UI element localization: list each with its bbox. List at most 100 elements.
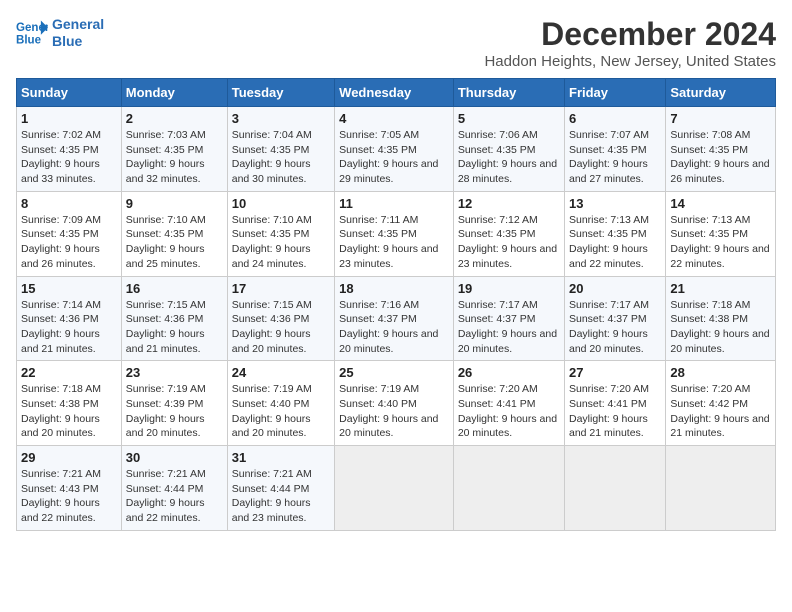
day-info: Sunrise: 7:19 AMSunset: 4:39 PMDaylight:… xyxy=(126,382,223,441)
day-info: Sunrise: 7:18 AMSunset: 4:38 PMDaylight:… xyxy=(670,298,771,357)
day-info: Sunrise: 7:19 AMSunset: 4:40 PMDaylight:… xyxy=(339,382,449,441)
calendar-week-3: 22 Sunrise: 7:18 AMSunset: 4:38 PMDayligh… xyxy=(17,361,776,446)
day-info: Sunrise: 7:16 AMSunset: 4:37 PMDaylight:… xyxy=(339,298,449,357)
day-info: Sunrise: 7:08 AMSunset: 4:35 PMDaylight:… xyxy=(670,128,771,187)
calendar-week-2: 15 Sunrise: 7:14 AMSunset: 4:36 PMDayligh… xyxy=(17,276,776,361)
day-number: 18 xyxy=(339,281,449,296)
logo-line2: Blue xyxy=(52,33,104,50)
day-number: 7 xyxy=(670,111,771,126)
calendar-cell: 18 Sunrise: 7:16 AMSunset: 4:37 PMDayligh… xyxy=(335,276,454,361)
day-info: Sunrise: 7:14 AMSunset: 4:36 PMDaylight:… xyxy=(21,298,117,357)
calendar-week-0: 1Sunrise: 7:02 AMSunset: 4:35 PMDaylight… xyxy=(17,107,776,192)
calendar-cell: 30 Sunrise: 7:21 AMSunset: 4:44 PMDayligh… xyxy=(121,446,227,531)
day-info: Sunrise: 7:20 AMSunset: 4:42 PMDaylight:… xyxy=(670,382,771,441)
day-number: 13 xyxy=(569,196,661,211)
calendar-cell: 27 Sunrise: 7:20 AMSunset: 4:41 PMDayligh… xyxy=(565,361,666,446)
day-number: 15 xyxy=(21,281,117,296)
day-number: 12 xyxy=(458,196,560,211)
calendar-week-4: 29Sunrise: 7:21 AMSunset: 4:43 PMDayligh… xyxy=(17,446,776,531)
day-info: Sunrise: 7:10 AMSunset: 4:35 PMDaylight:… xyxy=(232,213,330,272)
calendar-table: SundayMondayTuesdayWednesdayThursdayFrid… xyxy=(16,78,776,531)
day-info: Sunrise: 7:21 AMSunset: 4:44 PMDaylight:… xyxy=(126,467,223,526)
header-wednesday: Wednesday xyxy=(335,79,454,107)
header-sunday: Sunday xyxy=(17,79,122,107)
header-tuesday: Tuesday xyxy=(227,79,334,107)
calendar-cell: 13 Sunrise: 7:13 AMSunset: 4:35 PMDayligh… xyxy=(565,191,666,276)
day-number: 26 xyxy=(458,365,560,380)
header-saturday: Saturday xyxy=(666,79,776,107)
calendar-cell: 7 Sunrise: 7:08 AMSunset: 4:35 PMDaylight… xyxy=(666,107,776,192)
calendar-header-row: SundayMondayTuesdayWednesdayThursdayFrid… xyxy=(17,79,776,107)
day-number: 6 xyxy=(569,111,661,126)
calendar-cell: 4Sunrise: 7:05 AMSunset: 4:35 PMDaylight… xyxy=(335,107,454,192)
calendar-cell: 29Sunrise: 7:21 AMSunset: 4:43 PMDayligh… xyxy=(17,446,122,531)
calendar-cell: 2 Sunrise: 7:03 AMSunset: 4:35 PMDaylight… xyxy=(121,107,227,192)
calendar-cell: 22 Sunrise: 7:18 AMSunset: 4:38 PMDayligh… xyxy=(17,361,122,446)
day-number: 5 xyxy=(458,111,560,126)
header-monday: Monday xyxy=(121,79,227,107)
header-friday: Friday xyxy=(565,79,666,107)
calendar-cell xyxy=(565,446,666,531)
day-info: Sunrise: 7:04 AMSunset: 4:35 PMDaylight:… xyxy=(232,128,330,187)
day-info: Sunrise: 7:02 AMSunset: 4:35 PMDaylight:… xyxy=(21,128,117,187)
calendar-cell xyxy=(666,446,776,531)
calendar-cell: 1Sunrise: 7:02 AMSunset: 4:35 PMDaylight… xyxy=(17,107,122,192)
header-thursday: Thursday xyxy=(453,79,564,107)
calendar-cell: 12 Sunrise: 7:12 AMSunset: 4:35 PMDayligh… xyxy=(453,191,564,276)
day-number: 21 xyxy=(670,281,771,296)
day-number: 30 xyxy=(126,450,223,465)
day-number: 16 xyxy=(126,281,223,296)
calendar-cell: 25Sunrise: 7:19 AMSunset: 4:40 PMDayligh… xyxy=(335,361,454,446)
day-info: Sunrise: 7:17 AMSunset: 4:37 PMDaylight:… xyxy=(569,298,661,357)
day-info: Sunrise: 7:06 AMSunset: 4:35 PMDaylight:… xyxy=(458,128,560,187)
calendar-cell: 23 Sunrise: 7:19 AMSunset: 4:39 PMDayligh… xyxy=(121,361,227,446)
day-info: Sunrise: 7:09 AMSunset: 4:35 PMDaylight:… xyxy=(21,213,117,272)
day-info: Sunrise: 7:19 AMSunset: 4:40 PMDaylight:… xyxy=(232,382,330,441)
calendar-cell: 10 Sunrise: 7:10 AMSunset: 4:35 PMDayligh… xyxy=(227,191,334,276)
logo-line1: General xyxy=(52,16,104,33)
day-number: 11 xyxy=(339,196,449,211)
day-number: 10 xyxy=(232,196,330,211)
day-number: 3 xyxy=(232,111,330,126)
calendar-cell xyxy=(453,446,564,531)
day-number: 28 xyxy=(670,365,771,380)
day-number: 14 xyxy=(670,196,771,211)
calendar-week-1: 8 Sunrise: 7:09 AMSunset: 4:35 PMDaylight… xyxy=(17,191,776,276)
day-info: Sunrise: 7:20 AMSunset: 4:41 PMDaylight:… xyxy=(569,382,661,441)
day-number: 17 xyxy=(232,281,330,296)
day-info: Sunrise: 7:10 AMSunset: 4:35 PMDaylight:… xyxy=(126,213,223,272)
calendar-cell xyxy=(335,446,454,531)
calendar-cell: 9 Sunrise: 7:10 AMSunset: 4:35 PMDaylight… xyxy=(121,191,227,276)
day-number: 27 xyxy=(569,365,661,380)
day-info: Sunrise: 7:17 AMSunset: 4:37 PMDaylight:… xyxy=(458,298,560,357)
day-info: Sunrise: 7:13 AMSunset: 4:35 PMDaylight:… xyxy=(670,213,771,272)
main-title: December 2024 xyxy=(484,16,776,53)
day-info: Sunrise: 7:12 AMSunset: 4:35 PMDaylight:… xyxy=(458,213,560,272)
day-number: 2 xyxy=(126,111,223,126)
day-number: 8 xyxy=(21,196,117,211)
calendar-cell: 3 Sunrise: 7:04 AMSunset: 4:35 PMDaylight… xyxy=(227,107,334,192)
calendar-cell: 21 Sunrise: 7:18 AMSunset: 4:38 PMDayligh… xyxy=(666,276,776,361)
day-number: 29 xyxy=(21,450,117,465)
day-info: Sunrise: 7:03 AMSunset: 4:35 PMDaylight:… xyxy=(126,128,223,187)
calendar-cell: 14 Sunrise: 7:13 AMSunset: 4:35 PMDayligh… xyxy=(666,191,776,276)
day-info: Sunrise: 7:21 AMSunset: 4:44 PMDaylight:… xyxy=(232,467,330,526)
calendar-cell: 31 Sunrise: 7:21 AMSunset: 4:44 PMDayligh… xyxy=(227,446,334,531)
day-info: Sunrise: 7:18 AMSunset: 4:38 PMDaylight:… xyxy=(21,382,117,441)
day-info: Sunrise: 7:20 AMSunset: 4:41 PMDaylight:… xyxy=(458,382,560,441)
day-number: 22 xyxy=(21,365,117,380)
day-info: Sunrise: 7:15 AMSunset: 4:36 PMDaylight:… xyxy=(126,298,223,357)
day-number: 23 xyxy=(126,365,223,380)
day-info: Sunrise: 7:13 AMSunset: 4:35 PMDaylight:… xyxy=(569,213,661,272)
day-info: Sunrise: 7:05 AMSunset: 4:35 PMDaylight:… xyxy=(339,128,449,187)
day-number: 31 xyxy=(232,450,330,465)
svg-text:Blue: Blue xyxy=(16,34,42,46)
day-number: 9 xyxy=(126,196,223,211)
calendar-cell: 17Sunrise: 7:15 AMSunset: 4:36 PMDayligh… xyxy=(227,276,334,361)
page-header: General Blue General Blue December 2024 … xyxy=(16,16,776,70)
subtitle: Haddon Heights, New Jersey, United State… xyxy=(484,53,776,70)
day-number: 19 xyxy=(458,281,560,296)
logo-icon: General Blue xyxy=(16,17,48,49)
calendar-cell: 6Sunrise: 7:07 AMSunset: 4:35 PMDaylight… xyxy=(565,107,666,192)
calendar-cell: 20Sunrise: 7:17 AMSunset: 4:37 PMDayligh… xyxy=(565,276,666,361)
